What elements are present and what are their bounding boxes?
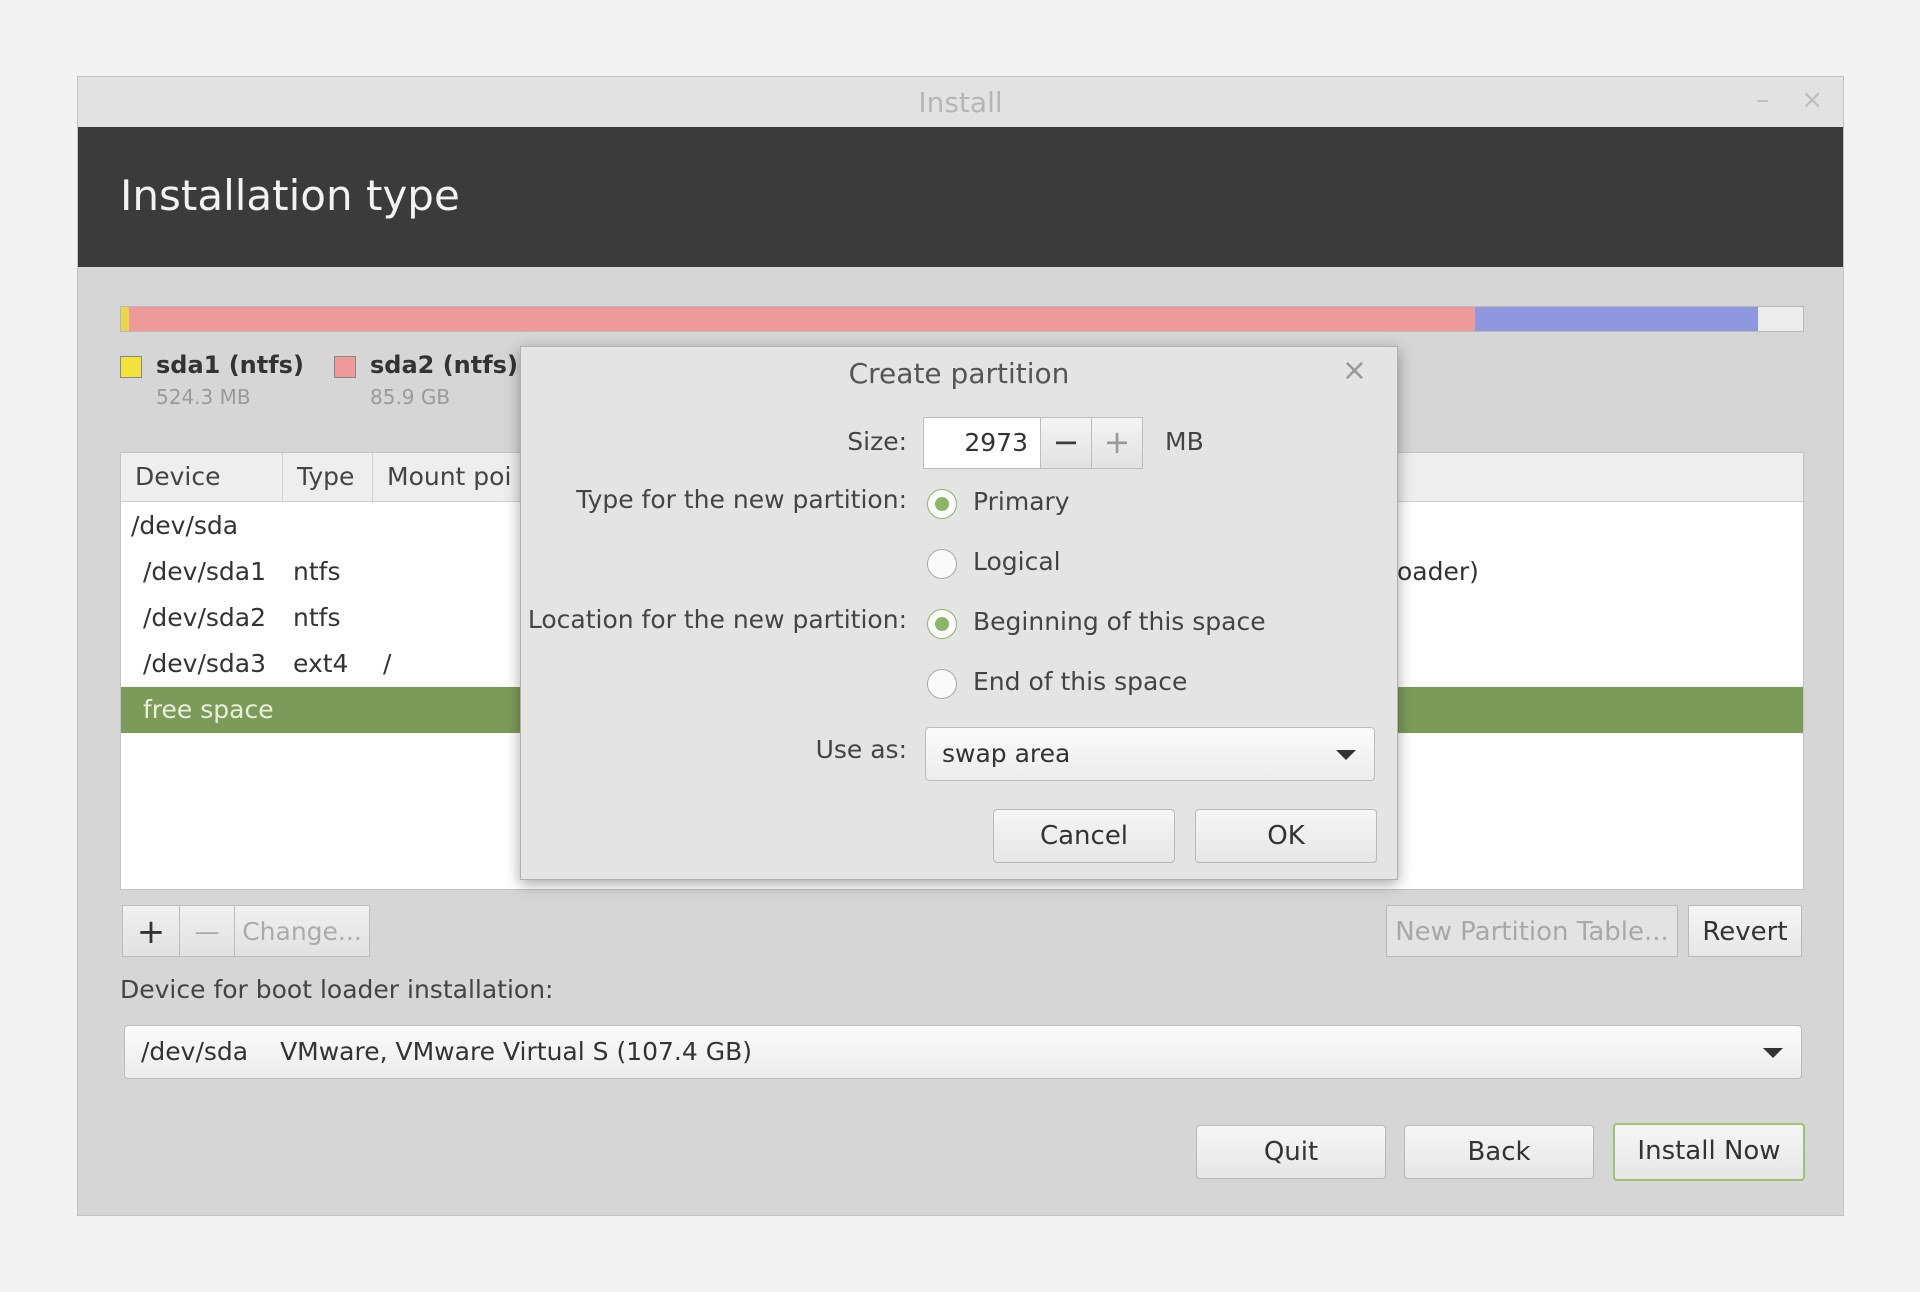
type-logical-radio[interactable] (927, 549, 957, 579)
size-input[interactable]: 2973 (923, 417, 1041, 469)
remove-partition-button[interactable]: — (179, 905, 235, 957)
use-as-label: Use as: (815, 735, 907, 764)
location-beginning-radio[interactable] (927, 609, 957, 639)
partition-bar-segment (1475, 307, 1758, 331)
location-label: Location for the new partition: (527, 605, 907, 634)
back-button[interactable]: Back (1404, 1125, 1594, 1179)
cell-device: /dev/sda2 (143, 603, 267, 632)
type-label: Type for the new partition: (576, 485, 907, 514)
column-header-type[interactable]: Type (283, 453, 373, 501)
install-now-button[interactable]: Install Now (1613, 1123, 1805, 1181)
revert-button[interactable]: Revert (1688, 905, 1802, 957)
location-end-label[interactable]: End of this space (973, 667, 1187, 696)
cell-system: oader) (1397, 557, 1479, 586)
cell-device: free space (143, 695, 274, 724)
new-partition-table-button[interactable]: New Partition Table... (1386, 905, 1678, 957)
use-as-select[interactable]: swap area (925, 727, 1375, 781)
use-as-value: swap area (942, 739, 1071, 768)
bootloader-label: Device for boot loader installation: (120, 975, 554, 1004)
legend-size: 85.9 GB (370, 385, 451, 409)
cell-mount: / (383, 649, 392, 678)
create-partition-dialog: Create partition × Size: 2973 − + MB Typ… (520, 346, 1398, 880)
partition-toolbar: + — Change... (122, 905, 372, 957)
partition-bar-segment (121, 307, 130, 331)
dialog-title: Create partition (848, 357, 1070, 390)
type-primary-radio[interactable] (927, 489, 957, 519)
legend-item-sda2: sda2 (ntfs) 85.9 GB (334, 351, 518, 409)
close-icon[interactable]: × (1342, 353, 1367, 388)
cancel-button[interactable]: Cancel (993, 809, 1175, 863)
type-logical-label[interactable]: Logical (973, 547, 1061, 576)
legend-name: sda1 (ntfs) (156, 351, 304, 379)
cell-device: /dev/sda (131, 511, 239, 540)
size-decrement-button[interactable]: − (1040, 417, 1092, 469)
change-partition-button[interactable]: Change... (234, 905, 370, 957)
legend-size: 524.3 MB (156, 385, 251, 409)
column-header-device[interactable]: Device (121, 453, 283, 501)
cell-device: /dev/sda1 (143, 557, 267, 586)
cell-type: ext4 (293, 649, 349, 678)
partition-bar-segment (1757, 307, 1803, 331)
chevron-down-icon (1336, 750, 1356, 760)
window-title: Install (918, 86, 1003, 119)
legend-item-sda1: sda1 (ntfs) 524.3 MB (120, 351, 304, 409)
bootloader-device: /dev/sda (141, 1037, 249, 1066)
ok-button[interactable]: OK (1195, 809, 1377, 863)
legend-name: sda2 (ntfs) (370, 351, 518, 379)
window-titlebar: Install – × (78, 77, 1843, 128)
cell-type: ntfs (293, 603, 341, 632)
bootloader-device-select[interactable]: /dev/sda VMware, VMware Virtual S (107.4… (124, 1025, 1802, 1079)
legend-swatch (334, 356, 356, 378)
legend-swatch (120, 356, 142, 378)
cell-device: /dev/sda3 (143, 649, 267, 678)
page-title: Installation type (120, 171, 460, 220)
location-beginning-label[interactable]: Beginning of this space (973, 607, 1266, 636)
chevron-down-icon (1763, 1048, 1783, 1058)
cell-type: ntfs (293, 557, 341, 586)
page-header: Installation type (78, 127, 1843, 267)
partition-bar-segment (129, 307, 1475, 331)
bootloader-description: VMware, VMware Virtual S (107.4 GB) (280, 1037, 752, 1066)
quit-button[interactable]: Quit (1196, 1125, 1386, 1179)
close-icon[interactable]: × (1801, 85, 1823, 115)
size-unit: MB (1165, 427, 1204, 456)
add-partition-button[interactable]: + (122, 905, 180, 957)
size-label: Size: (847, 427, 907, 456)
size-increment-button[interactable]: + (1091, 417, 1143, 469)
minimize-icon[interactable]: – (1756, 85, 1769, 115)
location-end-radio[interactable] (927, 669, 957, 699)
type-primary-label[interactable]: Primary (973, 487, 1070, 516)
partition-bar (120, 306, 1804, 332)
